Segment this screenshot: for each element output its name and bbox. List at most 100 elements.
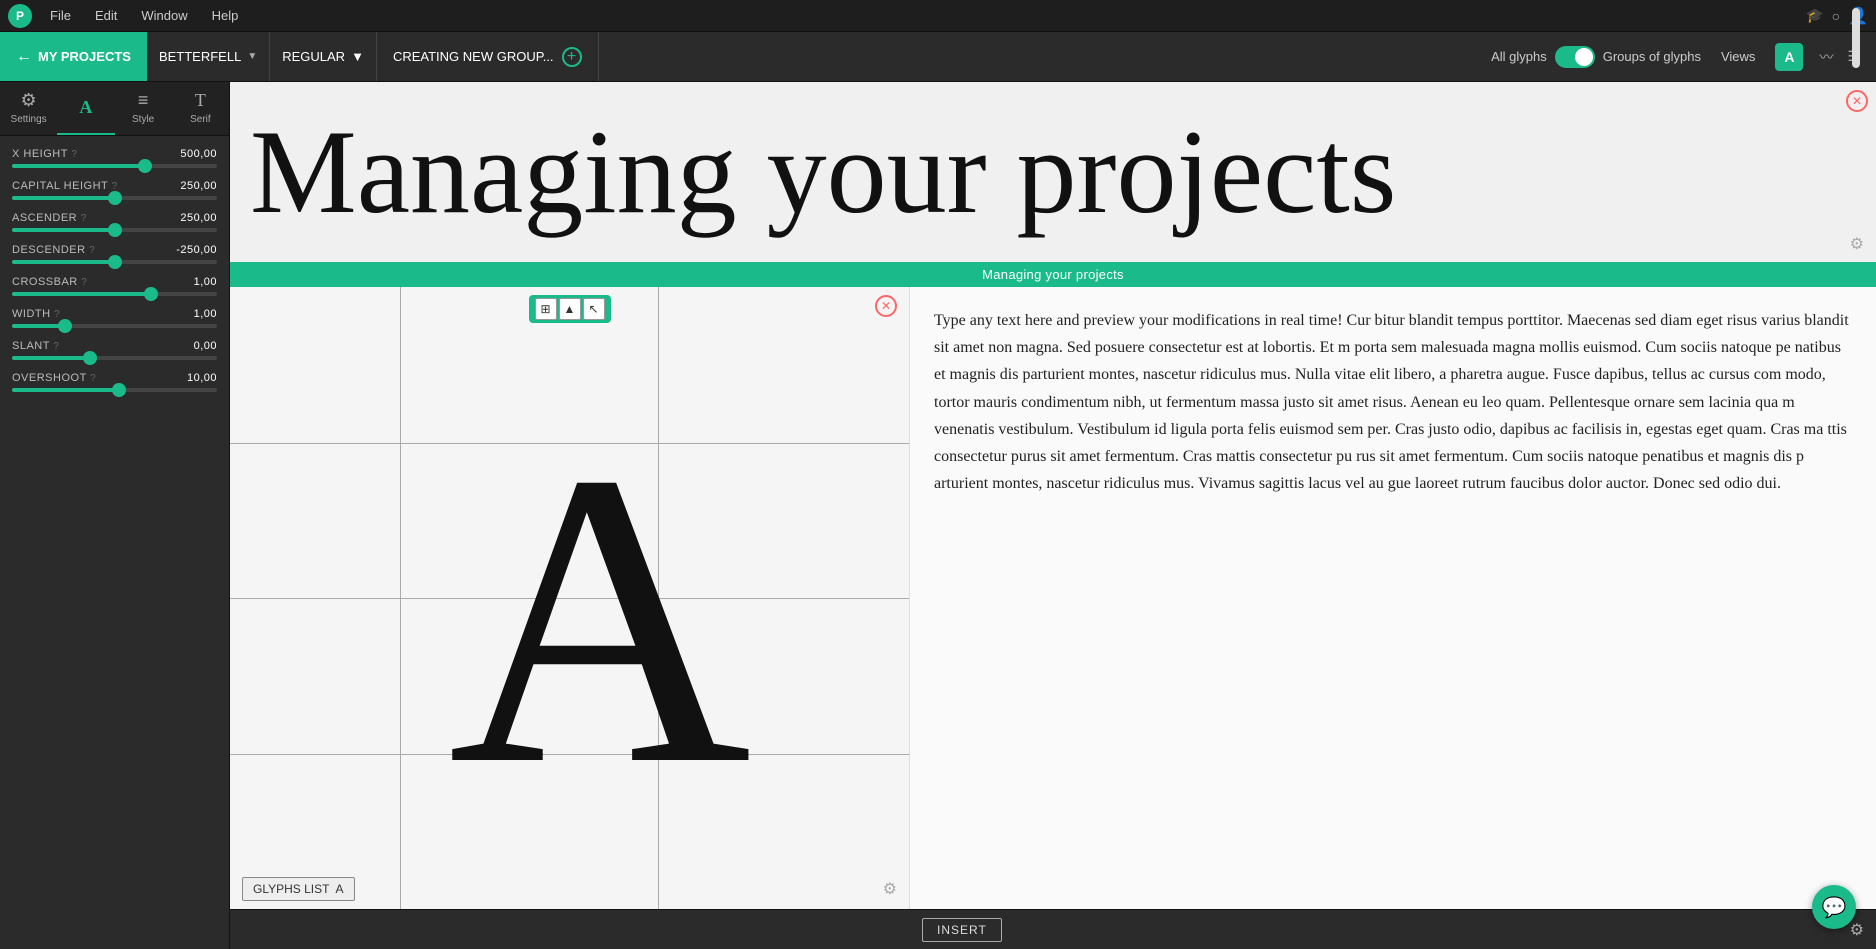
main-layout: ⚙ Settings A ≡ Style T Serif X HEIGHT ? … [0,82,1876,949]
serif-label: Serif [190,114,211,125]
notifications-icon[interactable]: 🎓 [1806,7,1823,24]
menu-help[interactable]: Help [202,4,249,27]
style-name: REGULAR [282,49,345,64]
main-content: Managing your projects ✕ ⚙ Managing your… [230,82,1876,949]
control-slant: SLANT ? 0,00 [12,340,217,360]
grid-line-left [400,287,401,909]
views-button[interactable]: Views [1713,45,1763,68]
slider-track-ascender[interactable] [12,228,217,232]
slider-fill-ascender [12,228,115,232]
style-icon: ≡ [138,90,149,111]
control-ascender: ASCENDER ? 250,00 [12,212,217,232]
help-icon-overshoot[interactable]: ? [90,373,96,384]
insert-settings-icon[interactable]: ⚙ [1850,920,1864,940]
help-icon-crossbar[interactable]: ? [81,277,87,288]
slider-track-slant[interactable] [12,356,217,360]
help-icon-x-height[interactable]: ? [71,149,77,160]
slider-fill-overshoot [12,388,119,392]
project-label: MY PROJECTS [38,49,131,64]
slider-track-descender[interactable] [12,260,217,264]
glyph-tool-triangle[interactable]: ▲ [559,298,581,320]
new-group-label: CREATING NEW GROUP... [393,49,554,64]
slider-thumb-descender[interactable] [108,255,122,269]
control-name-x-height: X HEIGHT ? [12,148,77,160]
control-width: WIDTH ? 1,00 [12,308,217,328]
new-group-button[interactable]: CREATING NEW GROUP... + [377,32,599,81]
control-value-x-height: 500,00 [180,148,217,160]
my-projects-button[interactable]: ← MY PROJECTS [0,32,147,81]
help-icon-width[interactable]: ? [54,309,60,320]
control-value-overshoot: 10,00 [187,372,217,384]
slider-thumb-ascender[interactable] [108,223,122,237]
control-value-width: 1,00 [194,308,217,320]
slider-thumb-overshoot[interactable] [112,383,126,397]
style-chevron-icon: ▼ [351,49,364,64]
left-sidebar: ⚙ Settings A ≡ Style T Serif X HEIGHT ? … [0,82,230,949]
control-name-ascender: ASCENDER ? [12,212,87,224]
insert-button[interactable]: INSERT [922,918,1002,942]
slider-thumb-width[interactable] [58,319,72,333]
chat-button[interactable]: 💬 [1812,885,1856,929]
preview-close-button[interactable]: ✕ [1846,90,1868,112]
menu-edit[interactable]: Edit [85,4,127,27]
slider-track-overshoot[interactable] [12,388,217,392]
glyph-tool-cross[interactable]: ⊞ [535,298,557,320]
control-value-ascender: 250,00 [180,212,217,224]
style-tab-label: Style [132,114,154,125]
sidebar-tab-settings[interactable]: ⚙ Settings [0,82,57,135]
preview-text: Type any text here and preview your modi… [934,307,1852,497]
sidebar-tab-glyphs[interactable]: A [57,82,114,135]
slider-thumb-slant[interactable] [83,351,97,365]
font-selector[interactable]: BETTERFELL ▼ [147,32,270,81]
glyph-a-button[interactable]: A [1775,43,1803,71]
slider-track-width[interactable] [12,324,217,328]
slider-thumb-x-height[interactable] [138,159,152,173]
help-icon-ascender[interactable]: ? [81,213,87,224]
settings-label: Settings [11,114,47,125]
glyph-canvas-inner: A ⊞ ▲ ↖ ✕ GLYPHS LIST A [230,287,909,909]
slider-track-x-height[interactable] [12,164,217,168]
slider-fill-crossbar [12,292,151,296]
slider-track-capital-height[interactable] [12,196,217,200]
glyphs-toggle[interactable] [1555,46,1595,68]
glyphs-list-button[interactable]: GLYPHS LIST A [242,877,355,901]
help-icon-descender[interactable]: ? [89,245,95,256]
font-chevron-icon: ▼ [247,51,257,62]
preview-banner-text: Managing your projects [250,112,1396,232]
glyph-canvas: A ⊞ ▲ ↖ ✕ GLYPHS LIST A [230,287,910,909]
glyphs-list-label: GLYPHS LIST [253,882,329,896]
all-glyphs-label: All glyphs [1491,49,1547,64]
slider-fill-width [12,324,65,328]
control-name-descender: DESCENDER ? [12,244,95,256]
groups-of-glyphs-label: Groups of glyphs [1603,49,1701,64]
plus-icon: + [562,47,582,67]
slider-thumb-capital-height[interactable] [108,191,122,205]
sidebar-tab-serif[interactable]: T Serif [172,82,229,135]
preview-settings-icon[interactable]: ⚙ [1850,234,1864,254]
menu-window[interactable]: Window [131,4,197,27]
glyph-close-button[interactable]: ✕ [875,295,897,317]
text-preview-panel[interactable]: Type any text here and preview your modi… [910,287,1876,909]
control-label-slant: SLANT ? 0,00 [12,340,217,352]
menu-file[interactable]: File [40,4,81,27]
control-value-slant: 0,00 [194,340,217,352]
waveform-icon[interactable]: 〰 [1815,45,1837,69]
settings-icon: ⚙ [21,90,37,111]
sidebar-tab-style[interactable]: ≡ Style [115,82,172,135]
all-glyphs-toggle-area: All glyphs Groups of glyphs [1491,46,1701,68]
glyph-tool-cursor[interactable]: ↖ [583,298,605,320]
control-name-crossbar: CROSSBAR ? [12,276,87,288]
help-icon-slant[interactable]: ? [53,341,59,352]
slider-fill-descender [12,260,115,264]
style-selector[interactable]: REGULAR ▼ [270,32,377,81]
slider-track-crossbar[interactable] [12,292,217,296]
glyph-footer: GLYPHS LIST A ⚙ [242,877,897,901]
slider-fill-x-height [12,164,145,168]
control-value-descender: -250,00 [176,244,217,256]
subtitle-text: Managing your projects [982,267,1124,282]
control-overshoot: OVERSHOOT ? 10,00 [12,372,217,392]
glyph-settings-icon[interactable]: ⚙ [883,879,897,899]
status-icon: ○ [1832,8,1840,24]
control-capital-height: CAPITAL HEIGHT ? 250,00 [12,180,217,200]
slider-thumb-crossbar[interactable] [144,287,158,301]
